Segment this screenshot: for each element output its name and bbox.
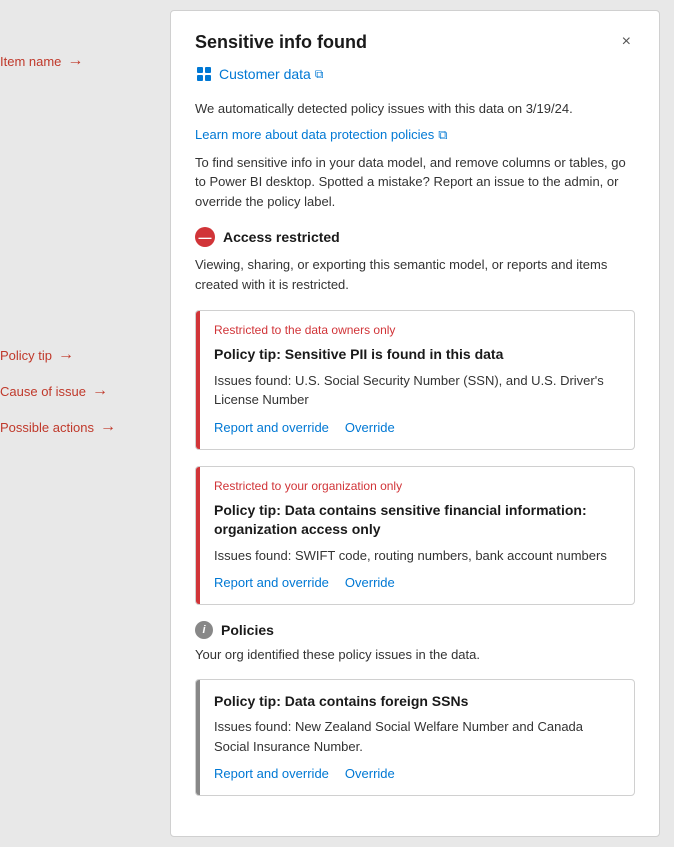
policy-tip-arrow: → xyxy=(58,346,74,364)
policy-card-2-actions: Report and override Override xyxy=(214,575,620,590)
policy-card-2: Restricted to your organization only Pol… xyxy=(195,466,635,606)
cause-of-issue-arrow: → xyxy=(92,382,108,400)
learn-more-label: Learn more about data protection policie… xyxy=(195,127,434,142)
outer-wrapper: Item name → Policy tip → Cause of issue … xyxy=(0,10,674,837)
close-button[interactable]: × xyxy=(618,31,635,53)
policy-card-1-issues: Issues found: U.S. Social Security Numbe… xyxy=(214,371,620,410)
item-external-link-icon: ⧉ xyxy=(315,67,324,82)
policies-card-1: Policy tip: Data contains foreign SSNs I… xyxy=(195,679,635,797)
policy-card-1-actions: Report and override Override xyxy=(214,420,620,435)
restricted-icon xyxy=(195,227,215,247)
policy-tip-annotation-label: Policy tip xyxy=(0,348,52,363)
sensitive-info-dialog: Sensitive info found × Customer data ⧉ W… xyxy=(170,10,660,837)
possible-actions-annotation-label: Possible actions xyxy=(0,420,94,435)
restricted-description: Viewing, sharing, or exporting this sema… xyxy=(195,255,635,294)
policy-card-1-override[interactable]: Override xyxy=(345,420,395,435)
item-name-arrow: → xyxy=(67,52,83,70)
cause-of-issue-annotation-label: Cause of issue xyxy=(0,384,86,399)
policies-card-1-actions: Report and override Override xyxy=(214,766,620,781)
item-name-annotation-label: Item name xyxy=(0,54,61,69)
item-grid-icon xyxy=(195,65,213,83)
policies-section-title: Policies xyxy=(221,622,274,638)
policies-card-1-report-override[interactable]: Report and override xyxy=(214,766,329,781)
policies-card-1-issues: Issues found: New Zealand Social Welfare… xyxy=(214,717,620,756)
restricted-title: Access restricted xyxy=(223,229,340,245)
policies-info-icon xyxy=(195,621,213,639)
policy-card-2-inner: Restricted to your organization only Pol… xyxy=(196,467,634,605)
item-name-row: Customer data ⧉ xyxy=(195,65,635,83)
item-name-link[interactable]: Customer data ⧉ xyxy=(219,66,323,82)
policy-card-2-override[interactable]: Override xyxy=(345,575,395,590)
policies-card-1-override[interactable]: Override xyxy=(345,766,395,781)
policy-card-1-inner: Restricted to the data owners only Polic… xyxy=(196,311,634,449)
dialog-title: Sensitive info found xyxy=(195,32,367,53)
item-name-annotation: Item name → xyxy=(0,52,83,70)
cause-of-issue-annotation: Cause of issue → xyxy=(0,382,108,400)
policies-section-description: Your org identified these policy issues … xyxy=(195,645,635,665)
learn-more-link[interactable]: Learn more about data protection policie… xyxy=(195,127,448,143)
learn-more-external-icon: ⧉ xyxy=(438,127,447,143)
dialog-header: Sensitive info found × xyxy=(195,31,635,53)
policies-card-1-title: Policy tip: Data contains foreign SSNs xyxy=(214,692,620,712)
policy-card-2-report-override[interactable]: Report and override xyxy=(214,575,329,590)
possible-actions-arrow: → xyxy=(100,418,116,436)
access-restricted-header: Access restricted xyxy=(195,227,635,247)
description-block: We automatically detected policy issues … xyxy=(195,99,635,211)
policies-card-1-inner: Policy tip: Data contains foreign SSNs I… xyxy=(196,680,634,796)
policy-card-1-report-override[interactable]: Report and override xyxy=(214,420,329,435)
auto-detected-text: We automatically detected policy issues … xyxy=(195,99,635,119)
item-name-text: Customer data xyxy=(219,66,311,82)
policy-card-2-issues: Issues found: SWIFT code, routing number… xyxy=(214,546,620,566)
policy-card-2-restricted-label: Restricted to your organization only xyxy=(214,479,620,493)
policies-section-header: Policies xyxy=(195,621,635,639)
policy-card-2-title: Policy tip: Data contains sensitive fina… xyxy=(214,501,620,540)
policy-card-1-restricted-label: Restricted to the data owners only xyxy=(214,323,620,337)
possible-actions-annotation: Possible actions → xyxy=(0,418,116,436)
policy-card-1-title: Policy tip: Sensitive PII is found in th… xyxy=(214,345,620,365)
grid-icon-inner xyxy=(197,67,211,81)
policy-tip-annotation: Policy tip → xyxy=(0,346,74,364)
policy-card-1: Restricted to the data owners only Polic… xyxy=(195,310,635,450)
instruction-text: To find sensitive info in your data mode… xyxy=(195,153,635,212)
